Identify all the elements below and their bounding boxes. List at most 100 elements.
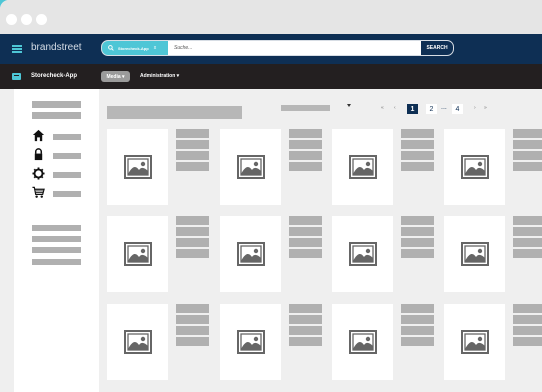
- media-meta-placeholder: [401, 151, 434, 160]
- media-thumbnail[interactable]: [444, 304, 505, 380]
- media-thumbnail[interactable]: [220, 129, 281, 205]
- media-meta-placeholder: [176, 129, 209, 138]
- search-input[interactable]: [174, 43, 414, 53]
- image-placeholder-icon: [348, 242, 377, 266]
- media-thumbnail[interactable]: [107, 216, 168, 292]
- sidebar-heading-placeholder: [32, 101, 81, 108]
- media-meta-placeholder: [289, 151, 322, 160]
- image-placeholder-icon: [236, 330, 265, 354]
- search-button[interactable]: SEARCH: [421, 41, 453, 55]
- media-menu-button[interactable]: Media ▾: [101, 71, 130, 82]
- pagination-first-icon[interactable]: «: [381, 105, 384, 111]
- window-close-button[interactable]: [6, 14, 17, 25]
- brand-logo[interactable]: brandstreet: [31, 42, 82, 53]
- media-meta-placeholder: [176, 140, 209, 149]
- sidebar-link-placeholder[interactable]: [32, 259, 81, 265]
- image-placeholder-icon: [236, 155, 265, 179]
- media-meta-placeholder: [176, 162, 209, 171]
- media-thumbnail[interactable]: [332, 129, 393, 205]
- media-thumbnail[interactable]: [107, 304, 168, 380]
- home-icon[interactable]: [32, 129, 45, 142]
- app-navbar: Storecheck-App Media ▾ Administration ▾: [0, 64, 542, 89]
- media-meta-placeholder: [176, 249, 209, 258]
- pagination-page-2[interactable]: 2: [426, 104, 437, 114]
- image-placeholder-icon: [460, 155, 489, 179]
- sidebar-item-label-placeholder[interactable]: [53, 191, 81, 197]
- app-window: brandstreet Storecheck-App x SEARCH Stor…: [0, 0, 542, 392]
- media-meta-placeholder: [289, 140, 322, 149]
- media-meta-placeholder: [401, 140, 434, 149]
- pagination-page-1[interactable]: 1: [407, 104, 418, 114]
- image-placeholder-icon: [123, 330, 152, 354]
- administration-menu[interactable]: Administration ▾: [140, 73, 179, 79]
- app-name[interactable]: Storecheck-App: [31, 73, 77, 79]
- cart-icon[interactable]: [32, 186, 45, 199]
- media-thumbnail[interactable]: [332, 216, 393, 292]
- search-scope-chip[interactable]: Storecheck-App x: [102, 41, 168, 55]
- media-meta-placeholder: [289, 304, 322, 313]
- media-meta-placeholder: [401, 216, 434, 225]
- pagination-last-icon[interactable]: »: [484, 105, 487, 111]
- sidebar-link-placeholder[interactable]: [32, 247, 81, 253]
- menu-icon[interactable]: [12, 45, 22, 53]
- media-meta-placeholder: [176, 337, 209, 346]
- media-meta-placeholder: [513, 249, 542, 258]
- gear-icon[interactable]: [32, 167, 45, 180]
- media-meta-placeholder: [513, 337, 542, 346]
- media-meta-placeholder: [513, 216, 542, 225]
- media-meta-placeholder: [401, 129, 434, 138]
- image-placeholder-icon: [123, 155, 152, 179]
- media-thumbnail[interactable]: [107, 129, 168, 205]
- media-thumbnail[interactable]: [444, 129, 505, 205]
- media-thumbnail[interactable]: [444, 216, 505, 292]
- sort-dropdown-placeholder[interactable]: [281, 105, 330, 111]
- image-placeholder-icon: [460, 242, 489, 266]
- pagination-next-icon[interactable]: ›: [474, 105, 476, 111]
- media-meta-placeholder: [289, 162, 322, 171]
- media-thumbnail[interactable]: [220, 304, 281, 380]
- media-meta-placeholder: [289, 216, 322, 225]
- window-minimize-button[interactable]: [21, 14, 32, 25]
- pagination-ellipsis: ...: [441, 104, 447, 111]
- page-title-placeholder: [107, 106, 242, 119]
- image-placeholder-icon: [460, 330, 489, 354]
- media-meta-placeholder: [513, 140, 542, 149]
- scope-clear-icon[interactable]: x: [154, 45, 157, 51]
- media-meta-placeholder: [176, 304, 209, 313]
- sidebar: [14, 89, 99, 392]
- sidebar-item-label-placeholder[interactable]: [53, 172, 81, 178]
- sidebar-item-label-placeholder[interactable]: [53, 153, 81, 159]
- media-meta-placeholder: [289, 238, 322, 247]
- pagination-page-4[interactable]: 4: [452, 104, 463, 114]
- image-placeholder-icon: [348, 330, 377, 354]
- sidebar-link-placeholder[interactable]: [32, 236, 81, 242]
- search-scope-label: Storecheck-App: [118, 45, 149, 51]
- media-meta-placeholder: [513, 151, 542, 160]
- media-meta-placeholder: [513, 238, 542, 247]
- image-placeholder-icon: [123, 242, 152, 266]
- sidebar-link-placeholder[interactable]: [32, 225, 81, 231]
- media-meta-placeholder: [289, 337, 322, 346]
- image-placeholder-icon: [348, 155, 377, 179]
- sidebar-item-label-placeholder[interactable]: [53, 134, 81, 140]
- media-thumbnail[interactable]: [220, 216, 281, 292]
- media-meta-placeholder: [289, 129, 322, 138]
- media-meta-placeholder: [401, 227, 434, 236]
- window-controls: [6, 14, 47, 25]
- media-meta-placeholder: [401, 315, 434, 324]
- media-meta-placeholder: [176, 227, 209, 236]
- pagination-prev-icon[interactable]: ‹: [394, 105, 396, 111]
- media-thumbnail[interactable]: [332, 304, 393, 380]
- media-meta-placeholder: [401, 238, 434, 247]
- lock-icon[interactable]: [32, 148, 45, 161]
- image-placeholder-icon: [236, 242, 265, 266]
- search-icon: [108, 45, 114, 51]
- window-maximize-button[interactable]: [36, 14, 47, 25]
- chevron-down-icon[interactable]: [347, 104, 351, 107]
- app-icon: [12, 73, 21, 80]
- media-meta-placeholder: [176, 326, 209, 335]
- media-meta-placeholder: [513, 304, 542, 313]
- media-meta-placeholder: [289, 227, 322, 236]
- media-meta-placeholder: [176, 238, 209, 247]
- media-meta-placeholder: [176, 315, 209, 324]
